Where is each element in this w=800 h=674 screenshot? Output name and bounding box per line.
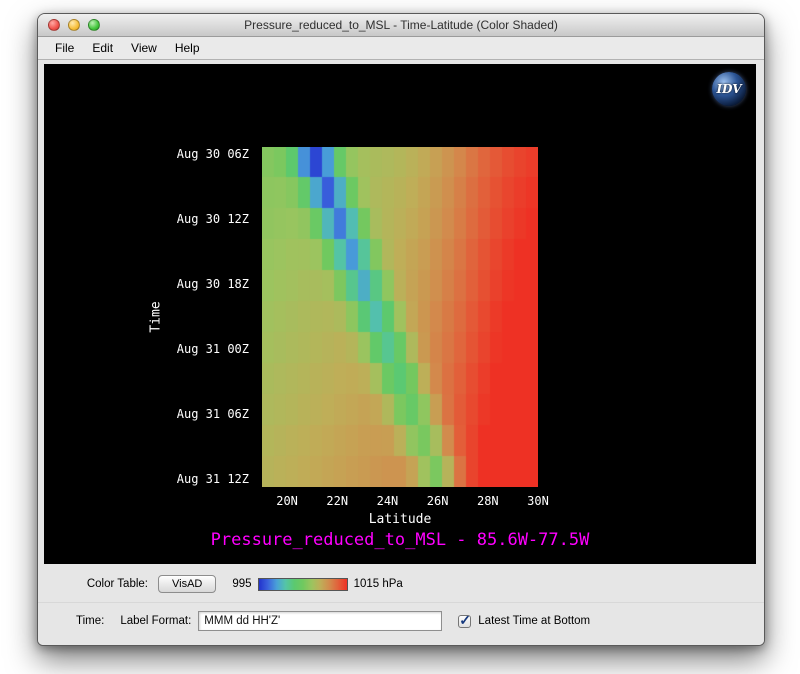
menu-edit[interactable]: Edit [83, 41, 122, 55]
lat-tick-label: 24N [363, 494, 411, 508]
close-button[interactable] [48, 19, 60, 31]
time-axis-label: Time [149, 301, 164, 332]
time-tick-label: Aug 31 06Z [44, 407, 249, 421]
latest-time-checkbox-label: Latest Time at Bottom [478, 615, 590, 627]
display-canvas-area: IDV Time Latitude Pressure_reduced_to_MS… [44, 64, 756, 564]
lat-tick-label: 22N [313, 494, 361, 508]
minimize-button[interactable] [68, 19, 80, 31]
latitude-axis-label: Latitude [369, 512, 432, 527]
time-tick-label: Aug 30 18Z [44, 277, 249, 291]
color-table-row: Color Table: VisAD 995 1015 hPa [38, 572, 764, 596]
color-table-button[interactable]: VisAD [158, 575, 216, 593]
window-titlebar[interactable]: Pressure_reduced_to_MSL - Time-Latitude … [38, 14, 764, 37]
lat-tick-label: 26N [414, 494, 462, 508]
label-format-label: Label Format: [120, 615, 191, 627]
heatmap-canvas[interactable] [262, 147, 538, 487]
range-max-label: 1015 hPa [354, 578, 403, 590]
time-tick-label: Aug 30 12Z [44, 212, 249, 226]
color-table-label: Color Table: [64, 578, 148, 590]
idv-logo-icon: IDV [712, 72, 746, 106]
time-format-row: Time: Label Format: Latest Time at Botto… [38, 602, 764, 633]
time-tick-label: Aug 31 12Z [44, 472, 249, 486]
menu-file[interactable]: File [46, 41, 83, 55]
latest-time-checkbox[interactable] [458, 615, 471, 628]
app-window: Pressure_reduced_to_MSL - Time-Latitude … [37, 13, 765, 646]
lat-tick-label: 28N [464, 494, 512, 508]
plot-title: Pressure_reduced_to_MSL - 85.6W-77.5W [211, 530, 590, 550]
lat-tick-label: 30N [514, 494, 562, 508]
window-title: Pressure_reduced_to_MSL - Time-Latitude … [38, 14, 764, 36]
time-section-label: Time: [76, 615, 104, 627]
control-panel: Color Table: VisAD 995 1015 hPa Time: La… [38, 564, 764, 645]
range-min-label: 995 [232, 578, 251, 590]
time-tick-label: Aug 30 06Z [44, 147, 249, 161]
time-tick-label: Aug 31 00Z [44, 342, 249, 356]
idv-logo-text: IDV [716, 82, 741, 96]
menu-help[interactable]: Help [166, 41, 209, 55]
display-area-wrapper: IDV Time Latitude Pressure_reduced_to_MS… [38, 60, 764, 564]
zoom-button[interactable] [88, 19, 100, 31]
label-format-input[interactable] [198, 611, 442, 631]
menu-bar: File Edit View Help [38, 37, 764, 60]
desktop-background: Pressure_reduced_to_MSL - Time-Latitude … [0, 0, 800, 674]
lat-tick-label: 20N [263, 494, 311, 508]
color-legend-bar [258, 578, 348, 591]
menu-view[interactable]: View [122, 41, 166, 55]
